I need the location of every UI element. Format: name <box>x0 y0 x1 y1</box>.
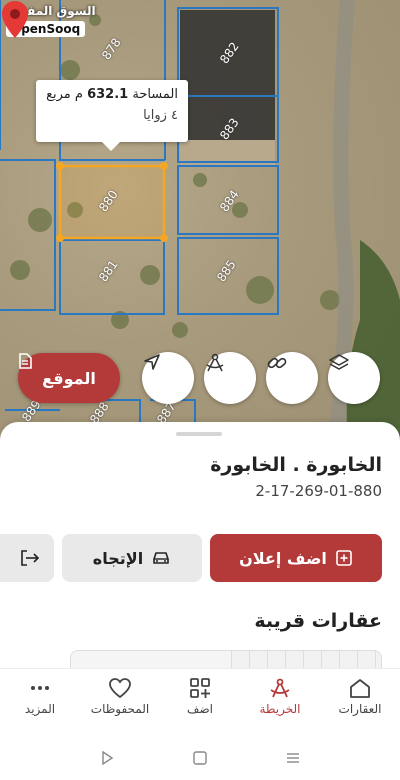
nav-item-saved[interactable]: المحفوظات <box>80 669 160 730</box>
location-title: الخابورة . الخابورة <box>210 454 382 476</box>
heart-icon <box>109 678 131 699</box>
area-value: 632.1 <box>87 87 129 102</box>
layers-icon <box>329 354 349 370</box>
drag-handle[interactable] <box>176 432 222 436</box>
home-square-icon[interactable] <box>192 750 208 766</box>
nav-item-map[interactable]: الخريطة <box>240 669 320 730</box>
nearby-properties-title: عقارات قريبة <box>254 610 382 632</box>
nav-item-properties[interactable]: العقارات <box>320 669 400 730</box>
layers-button[interactable] <box>328 352 380 404</box>
system-navigation-bar <box>0 736 400 780</box>
nav-item-add[interactable]: اضف <box>160 669 240 730</box>
navigate-icon <box>144 354 160 370</box>
link-icon <box>267 357 287 369</box>
nav-item-more[interactable]: المزيد <box>0 669 80 730</box>
corners-count: ٤ زوايا <box>143 108 178 123</box>
measure-button[interactable] <box>204 352 256 404</box>
document-icon <box>19 353 32 369</box>
plot-id: 2-17-269-01-880 <box>255 482 382 500</box>
bottom-navigation: العقارات الخريطة اضف المحفوظات المزيد <box>0 668 400 730</box>
map-view[interactable]: 878 882 883 880 884 881 885 889 888 887 … <box>0 0 400 470</box>
location-button[interactable]: الموقع <box>18 353 120 403</box>
link-button[interactable] <box>266 352 318 404</box>
location-button-label: الموقع <box>42 368 96 388</box>
nav-label: المزيد <box>24 702 56 716</box>
directions-button[interactable]: الإتجاه <box>62 534 202 582</box>
back-triangle-icon[interactable] <box>99 750 115 766</box>
nav-label: اضف <box>187 702 213 716</box>
recents-lines-icon[interactable] <box>285 750 301 766</box>
grid-add-icon <box>190 678 210 698</box>
nav-label: المحفوظات <box>90 702 150 716</box>
measure-icon <box>206 353 224 372</box>
nav-label: العقارات <box>338 702 382 716</box>
more-dots-icon <box>31 686 49 690</box>
add-ad-button[interactable]: اضف إعلان <box>210 534 382 582</box>
area-unit: م مربع <box>46 87 83 102</box>
plot-area-callout: المساحة 632.1 م مربع ٤ زوايا <box>36 80 188 151</box>
plus-square-icon <box>336 550 352 566</box>
add-ad-label: اضف إعلان <box>239 548 327 568</box>
area-label: المساحة <box>132 87 178 102</box>
directions-label: الإتجاه <box>92 548 144 568</box>
map-compass-icon <box>270 678 290 698</box>
map-pin-icon[interactable] <box>0 0 30 40</box>
share-button[interactable] <box>0 534 54 582</box>
navigate-button[interactable] <box>142 352 194 404</box>
share-exit-icon <box>21 550 40 566</box>
nav-label: الخريطة <box>259 702 301 716</box>
car-icon <box>153 552 169 564</box>
home-icon <box>350 679 370 698</box>
